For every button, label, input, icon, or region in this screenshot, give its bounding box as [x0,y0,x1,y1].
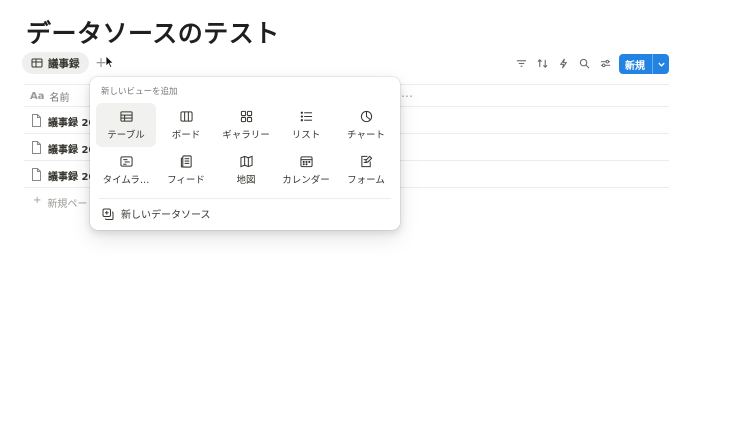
calendar-icon [299,155,313,167]
document-icon [32,141,41,154]
new-data-source-label: 新しいデータソース [121,210,211,221]
view-tab-minutes[interactable]: 議事録 [22,52,89,74]
document-icon [32,114,41,127]
view-option-list[interactable]: リスト [276,103,336,147]
view-option-form[interactable]: フォーム [336,148,396,192]
column-header-label: 名前 [49,93,70,104]
view-option-board[interactable]: ボード [156,103,216,147]
gallery-icon [240,110,252,122]
lightning-icon[interactable] [556,56,570,70]
row-title: 議事録 20 [48,118,96,129]
view-option-gallery[interactable]: ギャラリー [216,103,276,147]
form-icon [360,155,372,167]
map-icon [239,155,253,167]
sort-icon[interactable] [535,56,549,70]
plus-icon: + [33,195,42,206]
search-icon[interactable] [577,56,591,70]
settings-sliders-icon[interactable] [598,56,612,70]
toolbar [514,56,612,70]
table-icon [119,110,133,122]
new-button-label: 新規 [625,60,645,72]
filter-icon[interactable] [514,56,528,70]
view-option-timeline[interactable]: タイムラ… [96,148,156,192]
view-option-table[interactable]: テーブル [96,103,156,147]
list-icon [300,111,312,121]
page-title: データソースのテスト [26,19,280,48]
feed-icon [180,154,192,168]
new-button[interactable]: 新規 [619,54,669,74]
mouse-cursor-icon [105,55,115,69]
popup-heading: 新しいビューを追加 [101,87,178,97]
add-page-button[interactable]: + 新規ペー [33,195,87,210]
text-property-icon: Aa [30,91,45,102]
chart-icon [360,110,372,122]
view-option-map[interactable]: 地図 [216,148,276,192]
view-tab-label: 議事録 [48,57,80,70]
chevron-down-icon[interactable] [653,60,669,69]
new-data-source-button[interactable]: 新しいデータソース [102,206,211,221]
view-option-chart[interactable]: チャート [336,103,396,147]
view-option-feed[interactable]: フィード [156,148,216,192]
popup-divider [99,198,391,199]
document-icon [32,168,41,181]
row-title: 議事録 20 [48,172,96,183]
row-title: 議事録 20 [48,145,96,156]
timeline-icon [119,155,133,167]
more-columns-icon[interactable]: … [401,86,413,100]
view-option-calendar[interactable]: カレンダー [276,148,336,192]
board-icon [179,110,193,122]
column-header-name[interactable]: Aa 名前 [30,89,70,104]
new-data-source-icon [102,208,114,220]
add-page-label: 新規ペー [47,199,88,210]
add-view-popup: 新しいビューを追加 テーブル ボード ギャラリー リスト チャート タイムラ… … [90,77,400,230]
table-icon [31,58,43,68]
